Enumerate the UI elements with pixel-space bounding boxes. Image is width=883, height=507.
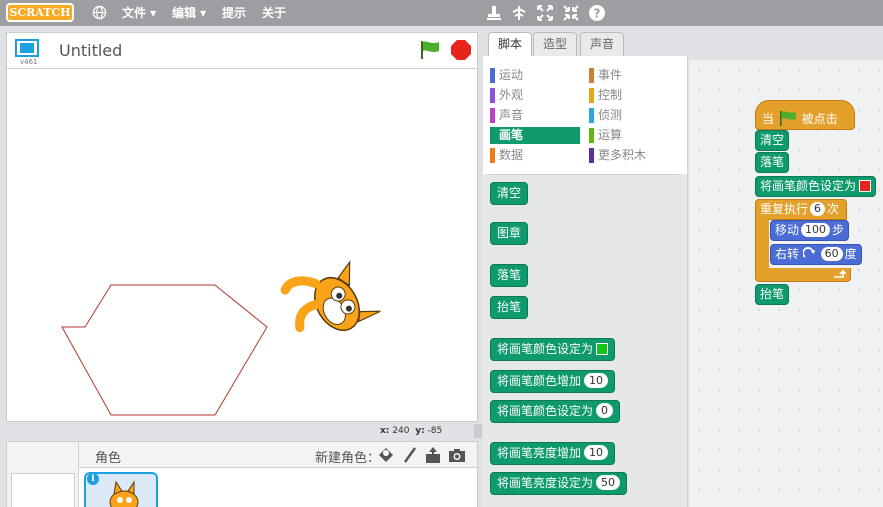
block-pen-down[interactable]: 落笔	[490, 264, 529, 287]
sprite-library-icon[interactable]	[377, 446, 395, 464]
stage-header: v461	[6, 32, 478, 68]
svg-text:?: ?	[594, 7, 601, 21]
fullscreen-icon[interactable]	[15, 39, 39, 57]
about-menu[interactable]: 关于	[262, 5, 286, 21]
paint-brush-icon[interactable]	[401, 446, 419, 464]
mouse-coordinates: x: 240 y: -85	[380, 426, 443, 436]
block-pen-up[interactable]: 抬笔	[490, 296, 529, 319]
category-motion[interactable]: 运动	[490, 67, 580, 84]
cat-sprite	[280, 260, 381, 333]
tab-costumes[interactable]: 造型	[533, 32, 578, 56]
grow-icon[interactable]	[536, 4, 554, 22]
editor-tabs: 脚本 造型 声音	[483, 26, 883, 60]
category-events[interactable]: 事件	[589, 67, 679, 84]
green-flag-icon[interactable]	[419, 40, 441, 60]
project-title-input[interactable]	[59, 41, 359, 60]
script-set-pen-color-block[interactable]: 将画笔颜色设定为	[755, 176, 877, 197]
mouse-y: -85	[427, 426, 443, 436]
category-control[interactable]: 控制	[589, 87, 679, 104]
block-stamp[interactable]: 图章	[490, 222, 529, 245]
category-looks[interactable]: 外观	[490, 87, 580, 104]
category-selector: 运动 事件 外观 控制 声音 侦测 画笔 运算 数据 更多积木	[483, 56, 687, 174]
category-divider	[489, 174, 679, 175]
file-menu[interactable]: 文件 ▾	[122, 5, 156, 21]
turn-right-block[interactable]: 右转 60 度	[770, 244, 862, 265]
repeat-block-foot	[755, 268, 851, 282]
scripts-area[interactable]: 当 被点击 清空 落笔 将画笔颜色设定为 重复执行 6 次 移动 100 步 右转 60…	[689, 60, 883, 507]
script-pen-up-block[interactable]: 抬笔	[755, 284, 790, 305]
category-sensing[interactable]: 侦测	[589, 107, 679, 124]
block-set-pen-color[interactable]: 将画笔颜色设定为	[490, 338, 616, 361]
help-icon[interactable]: ?	[588, 4, 606, 22]
stage-drawing	[61, 260, 381, 416]
edit-menu[interactable]: 编辑 ▾	[172, 5, 206, 21]
sprites-label: 角色	[95, 451, 122, 466]
upload-sprite-icon[interactable]	[424, 446, 442, 464]
move-steps-block[interactable]: 移动 100 步	[770, 220, 850, 241]
pen-color-swatch-red	[859, 180, 872, 192]
category-data[interactable]: 数据	[490, 147, 580, 164]
block-change-pen-shade[interactable]: 将画笔亮度增加 10	[490, 442, 616, 465]
stage-thumbnail-column	[7, 442, 79, 507]
tab-sounds[interactable]: 声音	[580, 32, 625, 56]
pen-color-swatch	[596, 343, 609, 355]
rotate-clockwise-icon	[802, 247, 815, 258]
block-set-pen-color-number[interactable]: 将画笔颜色设定为 0	[490, 400, 621, 423]
menu-bar: SCRATCH 文件 ▾ 编辑 ▾ 提示 关于 ?	[0, 0, 883, 26]
stop-icon[interactable]	[451, 40, 471, 60]
pane-splitter[interactable]	[474, 424, 482, 438]
duplicate-stamp-icon[interactable]	[485, 4, 503, 22]
shrink-icon[interactable]	[562, 4, 580, 22]
camera-icon[interactable]	[448, 446, 466, 464]
tips-menu[interactable]: 提示	[222, 5, 246, 21]
green-flag-icon	[779, 111, 796, 126]
script-clear-block[interactable]: 清空	[755, 130, 790, 151]
block-change-pen-color[interactable]: 将画笔颜色增加 10	[490, 370, 616, 393]
repeat-block[interactable]: 重复执行 6 次	[755, 199, 847, 220]
category-sound[interactable]: 声音	[490, 107, 580, 124]
block-clear[interactable]: 清空	[490, 182, 529, 205]
category-more-blocks[interactable]: 更多积木	[589, 147, 679, 164]
version-label: v461	[20, 58, 38, 66]
delete-cut-icon[interactable]	[510, 4, 528, 22]
drawn-hexagon	[61, 284, 268, 416]
sprite-info-icon[interactable]: i	[87, 473, 99, 485]
stage-canvas[interactable]	[6, 68, 478, 422]
script-pen-down-block[interactable]: 落笔	[755, 152, 790, 173]
block-set-pen-shade[interactable]: 将画笔亮度设定为 50	[490, 472, 628, 495]
stage-thumbnail[interactable]	[11, 473, 75, 507]
language-globe-icon[interactable]	[92, 5, 107, 20]
new-sprite-label: 新建角色：	[315, 451, 381, 466]
category-operators[interactable]: 运算	[589, 127, 679, 144]
category-pen[interactable]: 画笔	[490, 127, 580, 144]
mouse-x: 240	[392, 426, 410, 436]
when-flag-clicked-block[interactable]: 当 被点击	[755, 100, 855, 130]
sprite-pane: 角色 新建角色： i	[6, 441, 478, 507]
scratch-logo[interactable]: SCRATCH	[6, 3, 74, 22]
loop-arrow-icon	[834, 269, 846, 278]
repeat-block-arm	[755, 219, 769, 269]
block-palette: 运动 事件 外观 控制 声音 侦测 画笔 运算 数据 更多积木 清空 图章 落笔…	[483, 56, 688, 507]
